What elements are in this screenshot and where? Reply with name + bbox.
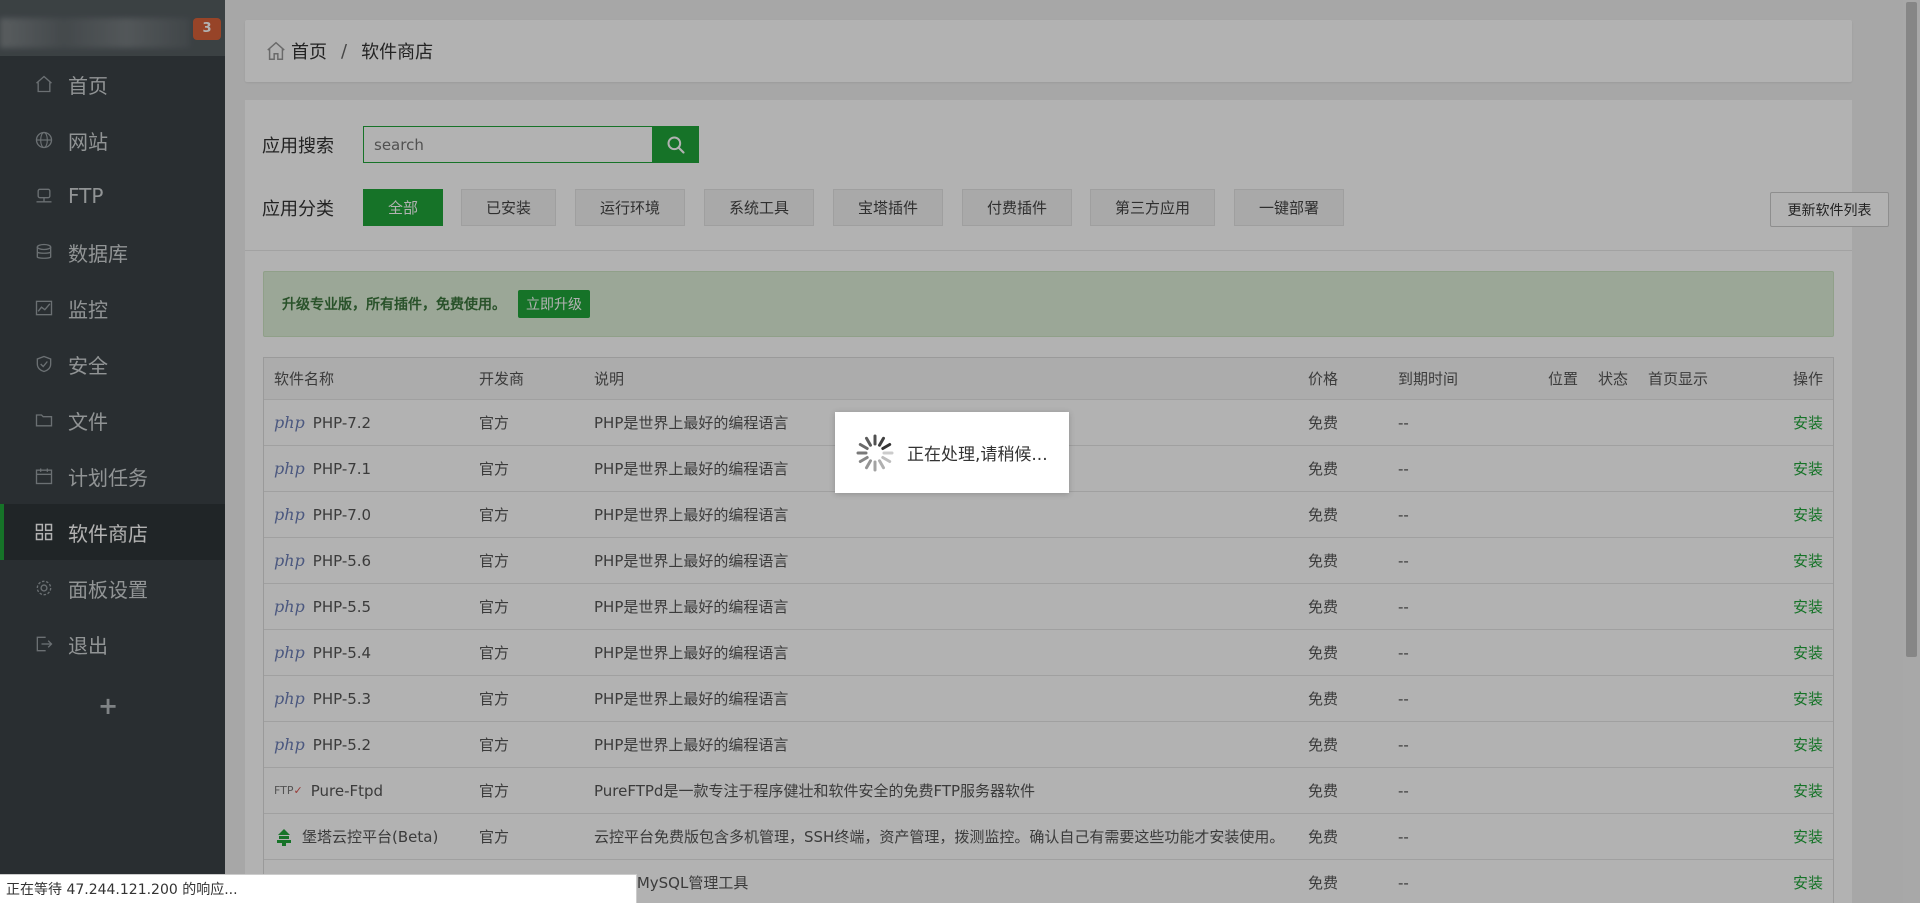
loading-spinner-icon [856, 434, 894, 471]
browser-status-bar: 正在等待 47.244.121.200 的响应... [0, 874, 637, 903]
loading-text: 正在处理,请稍候... [907, 445, 1048, 465]
loading-dialog: 正在处理,请稍候... [835, 412, 1069, 493]
